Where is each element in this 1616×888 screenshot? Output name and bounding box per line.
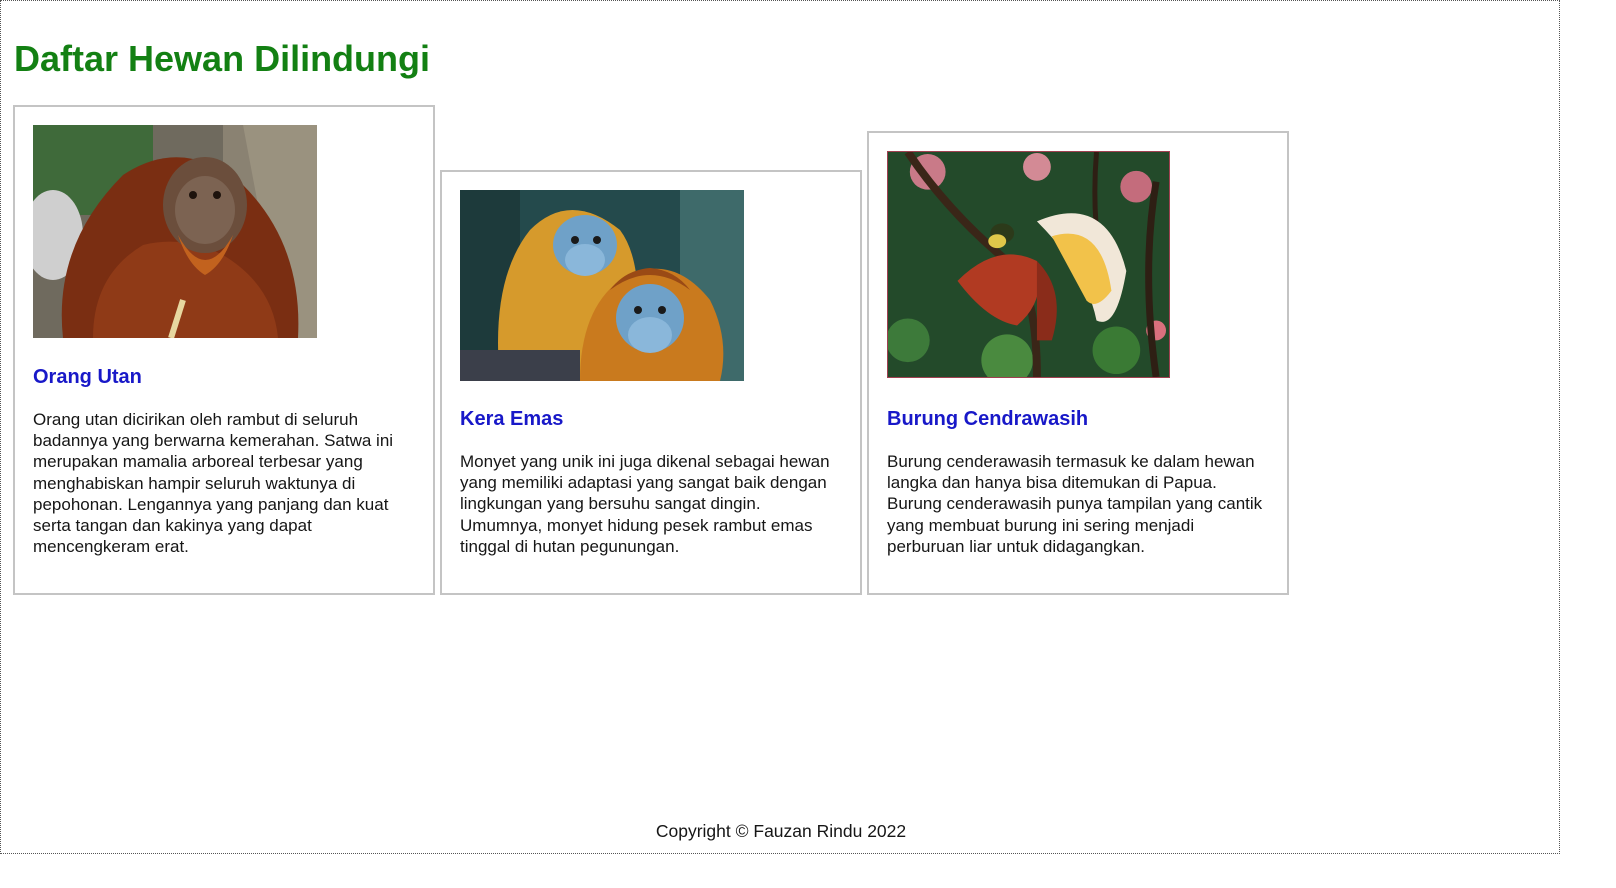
card-title: Orang Utan xyxy=(33,366,142,388)
animal-card-orangutan: Orang Utan Orang utan dicirikan oleh ram… xyxy=(13,105,435,595)
card-description: Orang utan dicirikan oleh rambut di selu… xyxy=(33,410,394,557)
animal-card-kera-emas: Kera Emas Monyet yang unik ini juga dike… xyxy=(440,170,862,595)
animal-card-cendrawasih: Burung Cendrawasih Burung cenderawasih t… xyxy=(867,131,1289,595)
page-frame: Daftar Hewan Dilindungi Orang Utan Orang… xyxy=(0,0,1560,854)
orangutan-photo xyxy=(33,125,317,338)
card-title: Kera Emas xyxy=(460,408,564,430)
bird-of-paradise-photo xyxy=(887,151,1170,378)
golden-monkey-photo xyxy=(460,190,744,381)
page-title: Daftar Hewan Dilindungi xyxy=(14,38,431,79)
card-description: Monyet yang unik ini juga dikenal sebaga… xyxy=(460,452,830,556)
card-title: Burung Cendrawasih xyxy=(887,408,1089,430)
card-description: Burung cenderawasih termasuk ke dalam he… xyxy=(887,452,1263,556)
footer-copyright: Copyright © Fauzan Rindu 2022 xyxy=(655,821,907,841)
